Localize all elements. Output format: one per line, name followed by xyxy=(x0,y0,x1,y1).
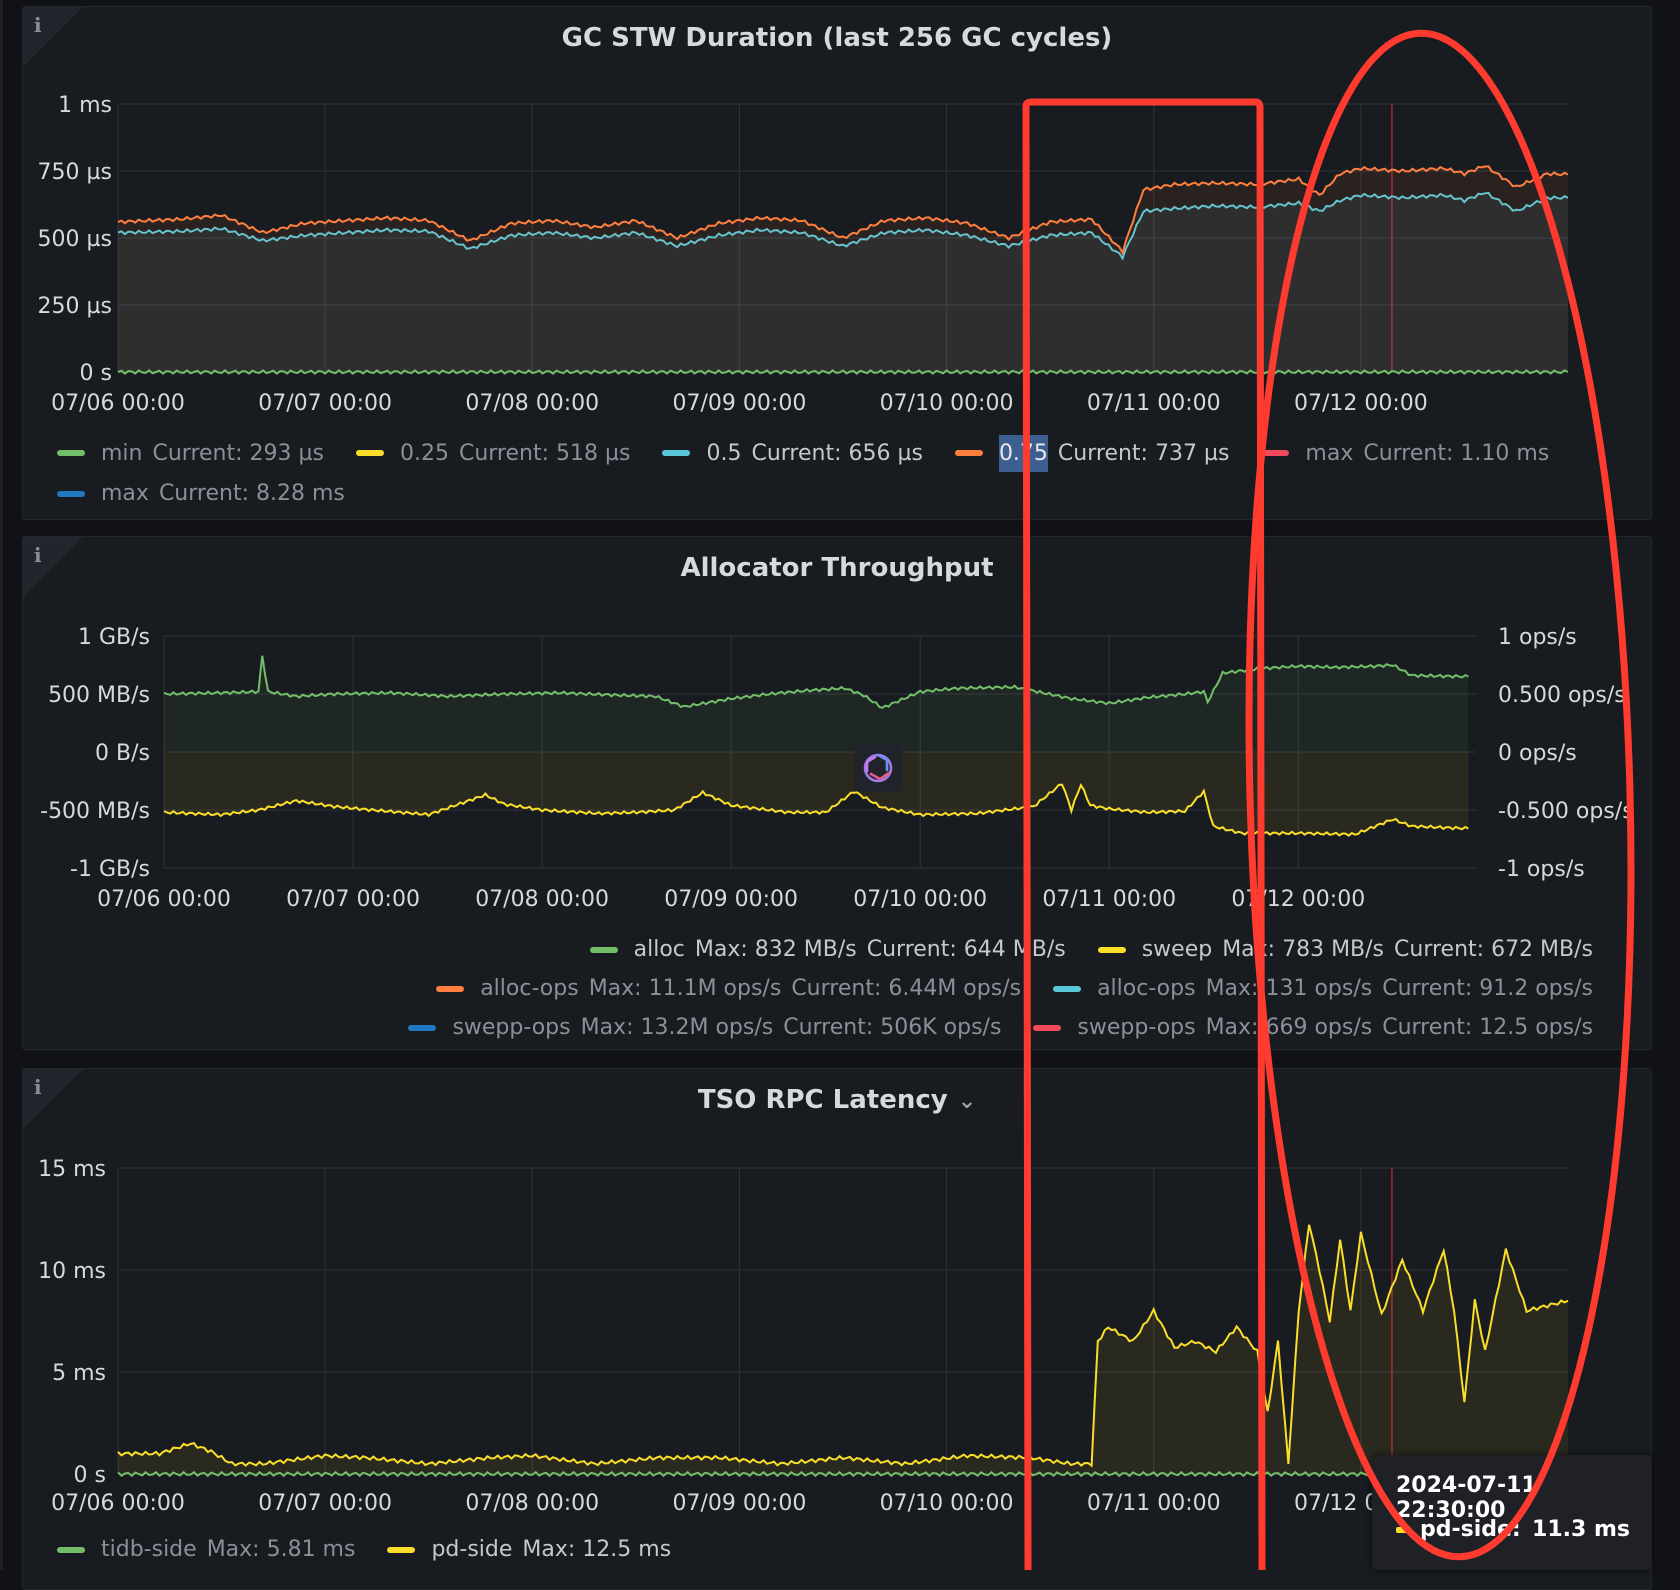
x-tick-label: 07/11 00:00 xyxy=(1042,887,1176,912)
chart-1: 1 GB/s 500 MB/s 0 B/s -500 MB/s -1 GB/s 1 ops… xyxy=(40,625,1634,912)
x-tick-label: 07/10 00:00 xyxy=(880,391,1014,416)
tooltip-value: 11.3 ms xyxy=(1532,1517,1630,1542)
y-tick-label: 5 ms xyxy=(52,1361,106,1386)
x-tick-label: 07/08 00:00 xyxy=(475,887,609,912)
hover-tooltip: 2024-07-11 22:30:00 pd-side: 11.3 ms xyxy=(1372,1455,1652,1570)
x-tick-label: 07/07 00:00 xyxy=(258,391,392,416)
x-tick-label: 07/12 00:00 xyxy=(1294,391,1428,416)
x-tick-label: 07/06 00:00 xyxy=(97,887,231,912)
y-tick-label: 0 s xyxy=(74,1463,106,1488)
x-tick-label: 07/10 00:00 xyxy=(880,1491,1014,1516)
y-tick-label: 500 µs xyxy=(38,227,112,252)
y-tick-label: 15 ms xyxy=(38,1157,106,1182)
floating-logo-badge[interactable] xyxy=(854,744,902,792)
x-tick-label: 07/07 00:00 xyxy=(286,887,420,912)
x-tick-label: 07/10 00:00 xyxy=(853,887,987,912)
series-area-pd-side xyxy=(118,1224,1568,1474)
chart-0: 1 ms 750 µs 500 µs 250 µs 0 s 07/06 00:00 07/0… xyxy=(38,93,1569,416)
series-area-alloc xyxy=(164,655,1469,752)
x-tick-label: 07/08 00:00 xyxy=(465,391,599,416)
charts-layer: 1 ms 750 µs 500 µs 250 µs 0 s 07/06 00:00 07/0… xyxy=(38,93,1634,1516)
y2-tick-label: 0 ops/s xyxy=(1498,741,1577,766)
tooltip-time: 2024-07-11 22:30:00 xyxy=(1396,1473,1537,1523)
series-area-0.75 xyxy=(118,166,1568,372)
openai-logo-icon xyxy=(863,753,893,783)
y2-tick-label: 1 ops/s xyxy=(1498,625,1577,650)
x-tick-label: 07/07 00:00 xyxy=(258,1491,392,1516)
y-tick-label: -1 GB/s xyxy=(70,857,150,882)
x-tick-label: 07/06 00:00 xyxy=(51,1491,185,1516)
x-tick-label: 07/12 00:00 xyxy=(1231,887,1365,912)
series-area-sweep xyxy=(164,752,1469,836)
x-tick-label: 07/11 00:00 xyxy=(1087,1491,1221,1516)
x-tick-label: 07/09 00:00 xyxy=(664,887,798,912)
y-tick-label: 1 GB/s xyxy=(78,625,150,650)
y2-tick-label: -0.500 ops/s xyxy=(1498,799,1634,824)
tooltip-swatch xyxy=(1396,1527,1410,1533)
y-tick-label: -500 MB/s xyxy=(40,799,150,824)
y-tick-label: 750 µs xyxy=(38,160,112,185)
y-tick-label: 10 ms xyxy=(38,1259,106,1284)
chart-2: 15 ms 10 ms 5 ms 0 s 07/06 00:00 07/07 00:00 0… xyxy=(38,1157,1569,1516)
y-tick-label: 250 µs xyxy=(38,294,112,319)
x-tick-label: 07/11 00:00 xyxy=(1087,391,1221,416)
x-tick-label: 07/09 00:00 xyxy=(673,1491,807,1516)
x-tick-label: 07/09 00:00 xyxy=(673,391,807,416)
y-tick-label: 1 ms xyxy=(58,93,112,118)
y2-tick-label: 0.500 ops/s xyxy=(1498,683,1626,708)
y-tick-label: 500 MB/s xyxy=(48,683,150,708)
y2-tick-label: -1 ops/s xyxy=(1498,857,1585,882)
x-tick-label: 07/08 00:00 xyxy=(465,1491,599,1516)
tooltip-series: pd-side: xyxy=(1396,1517,1521,1542)
y-tick-label: 0 s xyxy=(80,361,112,386)
y-tick-label: 0 B/s xyxy=(95,741,150,766)
x-tick-label: 07/06 00:00 xyxy=(51,391,185,416)
